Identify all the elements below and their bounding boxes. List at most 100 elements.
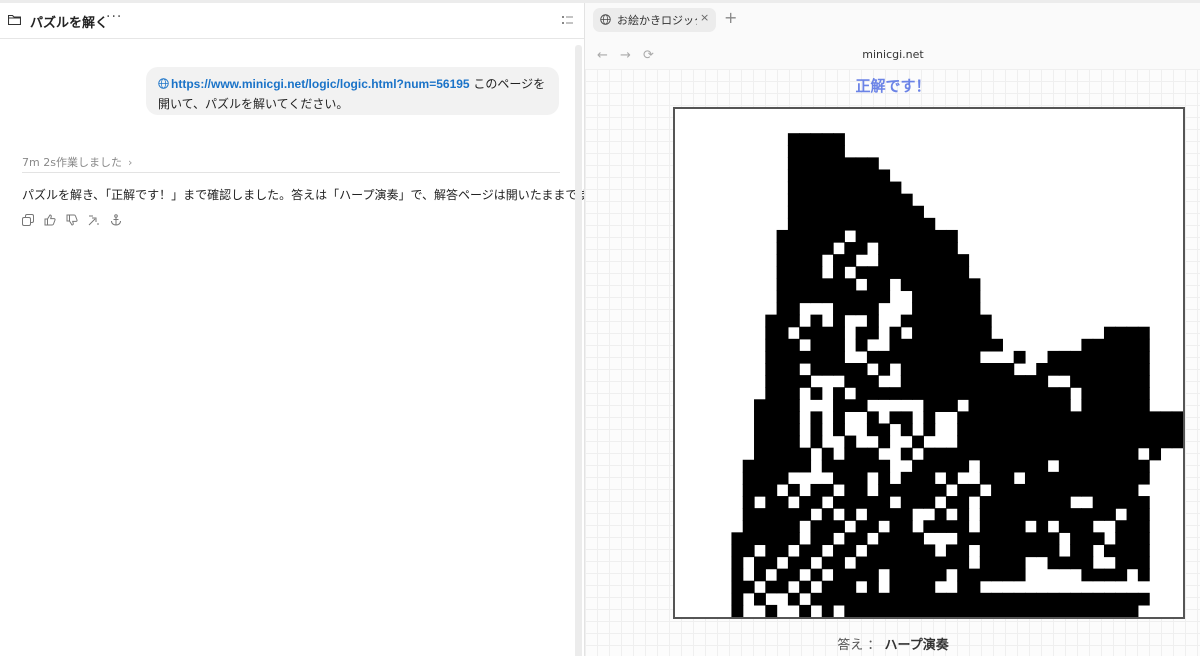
filled-cell — [742, 471, 755, 485]
filled-cell — [1058, 592, 1071, 606]
filled-cell — [754, 399, 766, 412]
filled-cell — [991, 544, 1003, 558]
filled-cell — [855, 483, 868, 497]
filled-cell — [1024, 604, 1037, 617]
filled-cell — [833, 338, 845, 352]
filled-cell — [1115, 604, 1128, 617]
back-arrow-icon[interactable]: ← — [597, 48, 608, 63]
filled-cell — [878, 508, 891, 521]
filled-cell — [765, 375, 778, 388]
url-host[interactable]: minicgi.net — [585, 48, 1200, 61]
message-link[interactable]: https://www.minicgi.net/logic/logic.html… — [171, 77, 470, 91]
filled-cell — [934, 254, 947, 267]
filled-cell — [923, 242, 936, 255]
filled-cell — [765, 604, 778, 617]
filled-cell — [810, 169, 823, 183]
filled-cell — [787, 266, 800, 279]
filled-cell — [1126, 375, 1139, 388]
filled-cell — [1047, 363, 1060, 376]
filled-cell — [889, 205, 902, 219]
filled-cell — [945, 604, 958, 617]
filled-cell — [900, 580, 913, 594]
share-icon[interactable] — [88, 211, 100, 226]
filled-cell — [833, 496, 845, 509]
filled-cell — [1137, 411, 1150, 425]
filled-cell — [810, 278, 823, 292]
filled-cell — [1070, 435, 1082, 449]
filled-cell — [776, 520, 789, 533]
filled-cell — [833, 217, 845, 231]
filled-cell — [833, 387, 845, 400]
filled-cell — [1081, 568, 1094, 582]
filled-cell — [979, 338, 992, 352]
new-tab-icon[interactable]: + — [724, 8, 737, 27]
task-list-icon[interactable] — [562, 15, 573, 25]
copy-icon[interactable] — [22, 211, 34, 226]
reload-icon[interactable]: ⟳ — [643, 48, 654, 63]
filled-cell — [1160, 411, 1173, 425]
filled-cell — [776, 447, 789, 461]
filled-cell — [855, 326, 868, 340]
thumbs-down-icon[interactable] — [66, 211, 78, 226]
filled-cell — [765, 314, 778, 328]
filled-cell — [991, 604, 1003, 617]
filled-cell — [866, 496, 879, 509]
filled-cell — [844, 580, 857, 594]
filled-cell — [912, 544, 924, 558]
filled-cell — [1058, 556, 1071, 570]
filled-cell — [1081, 423, 1094, 437]
work-duration-toggle[interactable]: 7m 2s作業しました › — [22, 154, 132, 170]
filled-cell — [1013, 387, 1026, 400]
filled-cell — [991, 471, 1003, 485]
filled-cell — [934, 350, 947, 364]
filled-cell — [1036, 399, 1049, 412]
filled-cell — [866, 193, 879, 207]
filled-cell — [833, 169, 845, 183]
filled-cell — [833, 568, 845, 582]
filled-cell — [1036, 532, 1049, 546]
filled-cell — [1137, 399, 1150, 412]
filled-cell — [945, 338, 958, 352]
filled-cell — [731, 532, 744, 546]
filled-cell — [866, 604, 879, 617]
forward-arrow-icon[interactable]: → — [620, 48, 631, 63]
filled-cell — [810, 363, 823, 376]
browser-tab[interactable]: お絵かきロジック × — [593, 8, 716, 32]
anchor-icon[interactable] — [110, 211, 122, 226]
filled-cell — [787, 169, 800, 183]
filled-cell — [1115, 423, 1128, 437]
filled-cell — [821, 242, 834, 255]
nonogram-board[interactable] — [673, 107, 1185, 619]
filled-cell — [923, 314, 936, 328]
filled-cell — [979, 520, 992, 533]
thumbs-up-icon[interactable] — [44, 211, 56, 226]
filled-cell — [799, 205, 812, 219]
close-tab-icon[interactable]: × — [700, 11, 709, 24]
filled-cell — [889, 580, 902, 594]
filled-cell — [912, 604, 924, 617]
chat-scrollbar[interactable] — [575, 45, 582, 656]
filled-cell — [787, 568, 800, 582]
filled-cell — [1103, 338, 1116, 352]
filled-cell — [1126, 556, 1139, 570]
more-options-icon[interactable]: ··· — [106, 9, 122, 25]
answer-label: 答え ： — [837, 638, 881, 653]
filled-cell — [979, 411, 992, 425]
filled-cell — [765, 423, 778, 437]
filled-cell — [866, 387, 879, 400]
filled-cell — [1092, 338, 1105, 352]
filled-cell — [844, 568, 857, 582]
assistant-reply: パズルを解き、「正解です！」まで確認しました。答えは「ハープ演奏」で、解答ページ… — [22, 188, 601, 202]
filled-cell — [1126, 496, 1139, 509]
filled-cell — [776, 435, 789, 449]
filled-cell — [844, 290, 857, 304]
filled-cell — [1024, 459, 1037, 473]
filled-cell — [878, 205, 891, 219]
filled-cell — [1126, 483, 1139, 497]
filled-cell — [1149, 447, 1162, 461]
filled-cell — [923, 326, 936, 340]
filled-cell — [1036, 411, 1049, 425]
filled-cell — [844, 544, 857, 558]
filled-cell — [1115, 544, 1128, 558]
filled-cell — [1047, 483, 1060, 497]
